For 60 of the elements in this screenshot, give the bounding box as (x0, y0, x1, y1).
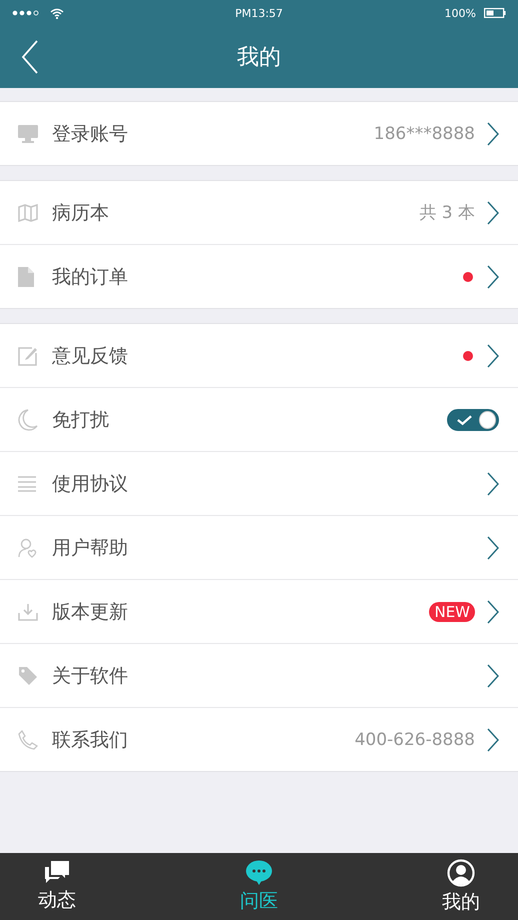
settings-row[interactable]: 病历本 共 3 本 (0, 181, 518, 245)
row-label: 病历本 (52, 200, 109, 226)
chat-dots-icon (245, 860, 273, 886)
edit-icon (18, 346, 38, 366)
tab-label: 我的 (442, 890, 480, 914)
settings-row[interactable]: 关于软件 (0, 644, 518, 708)
list-icon (18, 476, 36, 492)
chevron-icon (487, 728, 499, 752)
chevron-icon (487, 536, 499, 560)
chat-bubbles-icon (44, 860, 70, 884)
chevron-icon (487, 344, 499, 368)
chevron-icon (487, 122, 499, 146)
phone-icon (18, 730, 38, 750)
row-label: 登录账号 (52, 122, 128, 146)
settings-row[interactable]: 意见反馈 (0, 324, 518, 388)
status-time: PM13:57 (235, 6, 283, 20)
user-heart-icon (18, 538, 38, 558)
settings-row[interactable]: 使用协议 (0, 452, 518, 516)
row-value: 186***8888 (374, 124, 475, 144)
tab-item[interactable]: 问医 (240, 853, 278, 920)
settings-row[interactable]: 我的订单 (0, 245, 518, 308)
chevron-icon (487, 664, 499, 688)
chevron-icon (487, 600, 499, 624)
monitor-icon (18, 124, 38, 142)
row-value: 400-626-8888 (354, 730, 475, 750)
row-label: 关于软件 (52, 664, 128, 688)
row-value: 共 3 本 (419, 202, 475, 224)
new-badge: NEW (429, 602, 475, 622)
document-icon (18, 266, 34, 286)
row-label: 版本更新 (52, 600, 128, 624)
settings-row[interactable]: 版本更新 NEW (0, 580, 518, 644)
battery-percent: 100% (444, 6, 476, 20)
tab-label: 动态 (38, 888, 76, 912)
tag-icon (18, 666, 38, 686)
row-label: 用户帮助 (52, 536, 128, 560)
row-label: 意见反馈 (52, 344, 128, 368)
toggle-switch[interactable] (447, 408, 499, 430)
back-icon[interactable] (21, 40, 39, 74)
profile-icon (447, 858, 475, 886)
row-label: 使用协议 (52, 472, 128, 496)
battery-icon (484, 8, 506, 18)
tab-item[interactable]: 动态 (38, 853, 76, 920)
row-label: 联系我们 (52, 728, 128, 752)
chevron-icon (487, 472, 499, 496)
row-label: 我的订单 (52, 264, 128, 290)
map-icon (18, 204, 38, 222)
moon-icon (18, 408, 38, 430)
settings-row[interactable]: 登录账号 186***8888 (0, 102, 518, 165)
page-title: 我的 (237, 44, 281, 72)
tab-label: 问医 (240, 888, 278, 914)
chevron-icon (487, 200, 499, 224)
wifi-icon (50, 8, 64, 18)
tab-item[interactable]: 我的 (442, 853, 480, 920)
settings-row[interactable]: 免打扰 (0, 388, 518, 452)
settings-row[interactable]: 联系我们 400-626-8888 (0, 708, 518, 771)
chevron-icon (487, 264, 499, 288)
settings-row[interactable]: 用户帮助 (0, 516, 518, 580)
check-icon (456, 414, 473, 426)
row-label: 免打扰 (52, 408, 109, 432)
download-icon (18, 602, 38, 620)
